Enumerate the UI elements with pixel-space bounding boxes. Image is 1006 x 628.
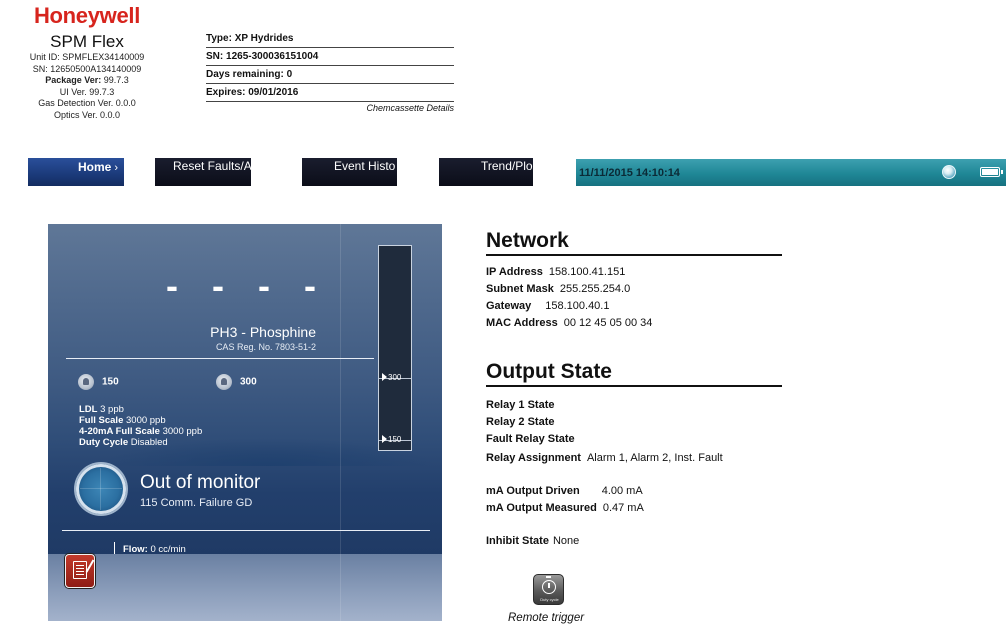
- nav-reset-label: Reset Faults/A: [173, 159, 251, 173]
- concentration-bar: 300 150: [378, 245, 412, 451]
- nav-reset-faults-button[interactable]: Reset Faults/A: [155, 158, 251, 186]
- gateway: Gateway 158.100.40.1: [486, 300, 610, 312]
- nav-event-label: Event Histo: [334, 159, 396, 173]
- alarm-bell-icon: [78, 374, 94, 390]
- gas-log-button[interactable]: [65, 554, 95, 588]
- ui-version: UI Ver. 99.7.3: [59, 86, 115, 97]
- inhibit-state: Inhibit State None: [486, 535, 580, 547]
- monitor-panel: - - - - PH3 - Phosphine CAS Reg. No. 780…: [48, 224, 442, 621]
- cassette-expires: Expires: 09/01/2016: [206, 84, 454, 102]
- remote-trigger-label: Remote trigger: [508, 612, 585, 624]
- ma-full-scale: 4-20mA Full Scale 3000 ppb: [79, 426, 203, 437]
- ldl: LDL 3 ppb: [79, 404, 124, 415]
- monitor-state-title: Out of monitor: [140, 472, 261, 493]
- alarm-bell-icon: [216, 374, 232, 390]
- gas-name: PH3 - Phosphine: [210, 324, 316, 340]
- divider: [66, 358, 374, 359]
- ma-output-measured: mA Output Measured 0.47 mA: [486, 502, 644, 514]
- network-title: Network: [486, 228, 782, 256]
- unit-id: Unit ID: SPMFLEX34140009: [29, 52, 145, 62]
- notepad-icon: [73, 561, 87, 579]
- relay-assignment: Relay Assignment Alarm 1, Alarm 2, Inst. …: [486, 452, 723, 464]
- output-state-title: Output State: [486, 359, 782, 387]
- optics-version: Optics Ver. 0.0.0: [53, 109, 121, 120]
- full-scale: Full Scale 3000 ppb: [79, 415, 166, 426]
- divider: [62, 530, 430, 531]
- status-datetime: 11/11/2015 14:10:14: [579, 167, 680, 179]
- mac-address: MAC Address 00 12 45 05 00 34: [486, 317, 653, 329]
- relay-2-state: Relay 2 State: [486, 416, 555, 428]
- fault-relay-state: Fault Relay State: [486, 433, 575, 445]
- triangle-right-icon: [382, 435, 387, 443]
- cassette-days-remaining: Days remaining: 0: [206, 66, 454, 84]
- duty-cycle: Duty Cycle Disabled: [79, 437, 168, 448]
- triangle-right-icon: [382, 373, 387, 381]
- ip-address: IP Address 158.100.41.151: [486, 266, 626, 278]
- chevron-right-icon: ›: [114, 162, 118, 174]
- gas-specs: LDL 3 ppb Full Scale 3000 ppb 4-20mA Ful…: [79, 404, 202, 448]
- monitor-state-detail: 115 Comm. Failure GD: [140, 497, 253, 509]
- bar-mark-alarm-2: 300: [382, 373, 401, 383]
- nav-home-label: Home: [77, 160, 112, 174]
- monitor-state-icon: [76, 464, 126, 514]
- cas-number: CAS Reg. No. 7803-51-2: [215, 342, 316, 352]
- bar-mark-alarm-1: 150: [382, 435, 401, 445]
- flow-readout: Flow: 0 cc/min: [114, 542, 186, 555]
- ma-output-driven: mA Output Driven 4.00 mA: [486, 485, 643, 497]
- cassette-sn: SN: 1265-300036151004: [206, 48, 454, 66]
- honeywell-logo: Honeywell: [33, 3, 141, 28]
- nav-event-history-button[interactable]: Event Histo: [302, 158, 397, 186]
- device-model: SPM Flex: [50, 32, 124, 51]
- device-sn: SN: 12650500A134140009: [32, 63, 142, 74]
- package-version: Package Ver: 99.7.3: [45, 75, 129, 85]
- battery-icon: [980, 167, 1003, 177]
- chemcassette-info: Type: XP Hydrides SN: 1265-300036151004 …: [206, 30, 454, 114]
- nav-trend-label: Trend/Plo: [481, 159, 533, 173]
- globe-icon[interactable]: [942, 165, 956, 179]
- status-bar: 11/11/2015 14:10:14: [576, 159, 1006, 186]
- device-info: Honeywell SPM Flex Unit ID: SPMFLEX34140…: [4, 4, 170, 121]
- nav-home-button[interactable]: Home ›: [28, 158, 124, 186]
- relay-1-state: Relay 1 State: [486, 399, 555, 411]
- gas-detection-version: Gas Detection Ver. 0.0.0: [38, 98, 136, 108]
- stopwatch-icon: [542, 576, 556, 594]
- chemcassette-details-link[interactable]: Chemcassette Details: [206, 102, 454, 114]
- alarm-1-level: 150: [78, 374, 119, 391]
- gas-reading: - - - -: [166, 265, 328, 306]
- alarm-2-level: 300: [216, 374, 257, 391]
- subnet-mask: Subnet Mask 255.255.254.0: [486, 283, 631, 295]
- nav-trend-plot-button[interactable]: Trend/Plo: [439, 158, 533, 186]
- remote-trigger-button[interactable]: Duty cycle: [533, 574, 564, 605]
- cassette-type: Type: XP Hydrides: [206, 30, 454, 48]
